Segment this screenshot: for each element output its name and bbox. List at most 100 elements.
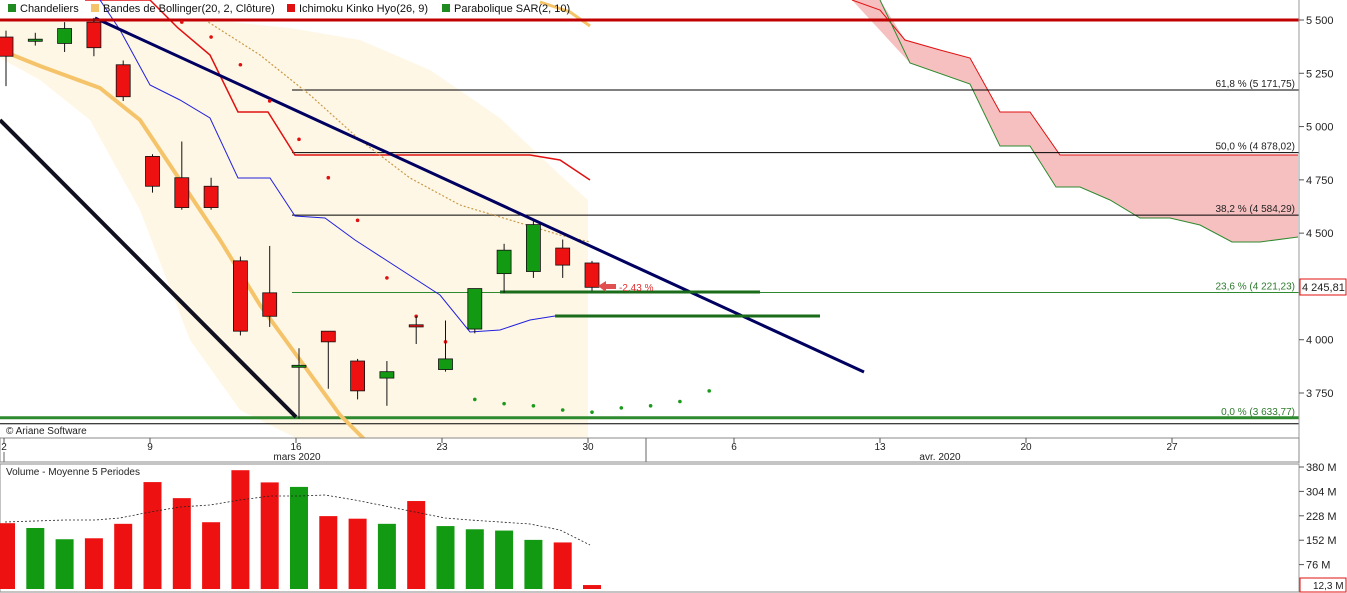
volume-bar: [465, 529, 484, 589]
legend-label: Bandes de Bollinger(20, 2, Clôture): [103, 3, 275, 15]
volume-bar: [583, 585, 601, 589]
candle-body: [262, 292, 278, 317]
sar-dot: [707, 389, 711, 393]
sar-dot: [385, 276, 389, 280]
price-tick-label: 3 750: [1306, 388, 1334, 400]
price-tick-label: 4 500: [1306, 228, 1334, 240]
candle-body: [232, 260, 248, 332]
sar-dot: [297, 137, 301, 142]
legend-label: Parabolique SAR(2, 10): [454, 3, 570, 15]
sar-dot: [678, 399, 682, 404]
volume-bar: [495, 530, 514, 589]
volume-bar: [553, 542, 572, 589]
sar-dot: [326, 175, 331, 180]
candle-body: [145, 156, 160, 187]
candle-body: [408, 324, 424, 328]
volume-last-badge: 12,3 M: [1299, 577, 1347, 593]
volume-bar: [260, 482, 279, 589]
volume-bar: [231, 470, 250, 589]
candle-body: [174, 177, 190, 208]
sar-dot: [473, 397, 477, 402]
volume-title: Volume - Moyenne 5 Periodes: [6, 467, 140, 478]
stock-chart[interactable]: 61,8 % (5 171,75) 50,0 % (4 878,02) 38,2 %…: [0, 0, 1347, 593]
candle-body: [0, 36, 14, 57]
svg-text:-2,43 %: -2,43 %: [619, 283, 654, 294]
date-tick-label: 20: [1020, 442, 1032, 453]
volume-tick-label: 152 M: [1306, 535, 1337, 547]
price-tick-label: 5 000: [1306, 122, 1334, 134]
date-tick-label: 6: [731, 442, 737, 453]
date-tick-label: 9: [147, 442, 153, 453]
volume-bar: [348, 518, 367, 589]
fib-label: 38,2 % (4 584,29): [1216, 204, 1296, 215]
legend-swatch: [8, 4, 16, 12]
volume-panel: [0, 463, 1300, 593]
candle-body: [526, 224, 541, 272]
candle-body: [115, 64, 131, 98]
volume-tick-label: 380 M: [1306, 462, 1337, 474]
sar-dot: [648, 403, 653, 408]
month-label: avr. 2020: [919, 452, 961, 463]
price-tick-label: 5 500: [1306, 15, 1334, 27]
candle-body: [584, 262, 600, 288]
svg-text:4 245,81: 4 245,81: [1302, 282, 1345, 294]
volume-tick-label: 304 M: [1306, 486, 1337, 498]
volume-bar: [377, 523, 396, 589]
candle-body: [438, 358, 453, 370]
legend-swatch: [287, 4, 295, 12]
volume-axis-labels: 380 M 304 M 228 M 152 M 76 M: [1299, 462, 1337, 572]
sar-dot: [209, 35, 213, 39]
price-tick-label: 4 000: [1306, 335, 1334, 347]
sar-dot: [180, 20, 184, 24]
volume-bar: [436, 526, 455, 589]
date-tick-label: 13: [874, 442, 886, 453]
fib-label: 0,0 % (3 633,77): [1221, 407, 1295, 418]
legend-label: Chandeliers: [20, 3, 79, 15]
candle-body: [467, 288, 483, 330]
sar-dot: [560, 408, 565, 412]
date-tick-label: 2: [1, 442, 7, 453]
volume-bar: [172, 498, 191, 589]
candle-body: [496, 249, 512, 275]
date-tick-label: 27: [1166, 442, 1178, 453]
sar-dot: [267, 99, 272, 103]
candle-body: [27, 38, 43, 42]
candle-body: [320, 330, 336, 343]
candle-body: [86, 21, 102, 49]
legend-label: Ichimoku Kinko Hyo(26, 9): [299, 3, 428, 15]
legend-swatch: [442, 4, 450, 12]
volume-bar: [55, 539, 74, 589]
price-tick-label: 4 750: [1306, 175, 1334, 187]
candle-body: [291, 364, 307, 368]
candle-body: [203, 185, 219, 208]
volume-bar: [290, 486, 308, 589]
fib-label: 50,0 % (4 878,02): [1216, 142, 1296, 153]
svg-text:12,3 M: 12,3 M: [1313, 581, 1344, 592]
sar-dot: [502, 401, 506, 406]
volume-bar: [202, 522, 221, 589]
candle-body: [555, 247, 571, 266]
date-tick-label: 23: [436, 442, 448, 453]
volume-bar: [26, 528, 45, 589]
volume-bar: [0, 523, 15, 589]
volume-tick-label: 76 M: [1306, 560, 1330, 572]
volume-bar: [143, 482, 162, 589]
sar-dot: [355, 218, 360, 223]
copyright-text: © Ariane Software: [6, 426, 87, 437]
candle-body: [379, 371, 395, 379]
sar-dot: [238, 62, 243, 67]
volume-bar: [84, 538, 103, 589]
volume-bar: [114, 523, 133, 589]
price-tick-label: 5 250: [1306, 68, 1334, 80]
date-axis: [0, 437, 1300, 463]
legend-swatch: [91, 4, 99, 12]
candle-body: [57, 28, 72, 44]
sar-dot: [619, 406, 624, 410]
volume-bar: [319, 516, 338, 589]
volume-bar: [524, 539, 543, 589]
fib-label: 23,6 % (4 221,23): [1216, 282, 1296, 293]
fib-label: 61,8 % (5 171,75): [1216, 79, 1296, 90]
volume-bar: [407, 501, 426, 589]
candle-body: [350, 360, 366, 392]
volume-tick-label: 228 M: [1306, 511, 1337, 523]
